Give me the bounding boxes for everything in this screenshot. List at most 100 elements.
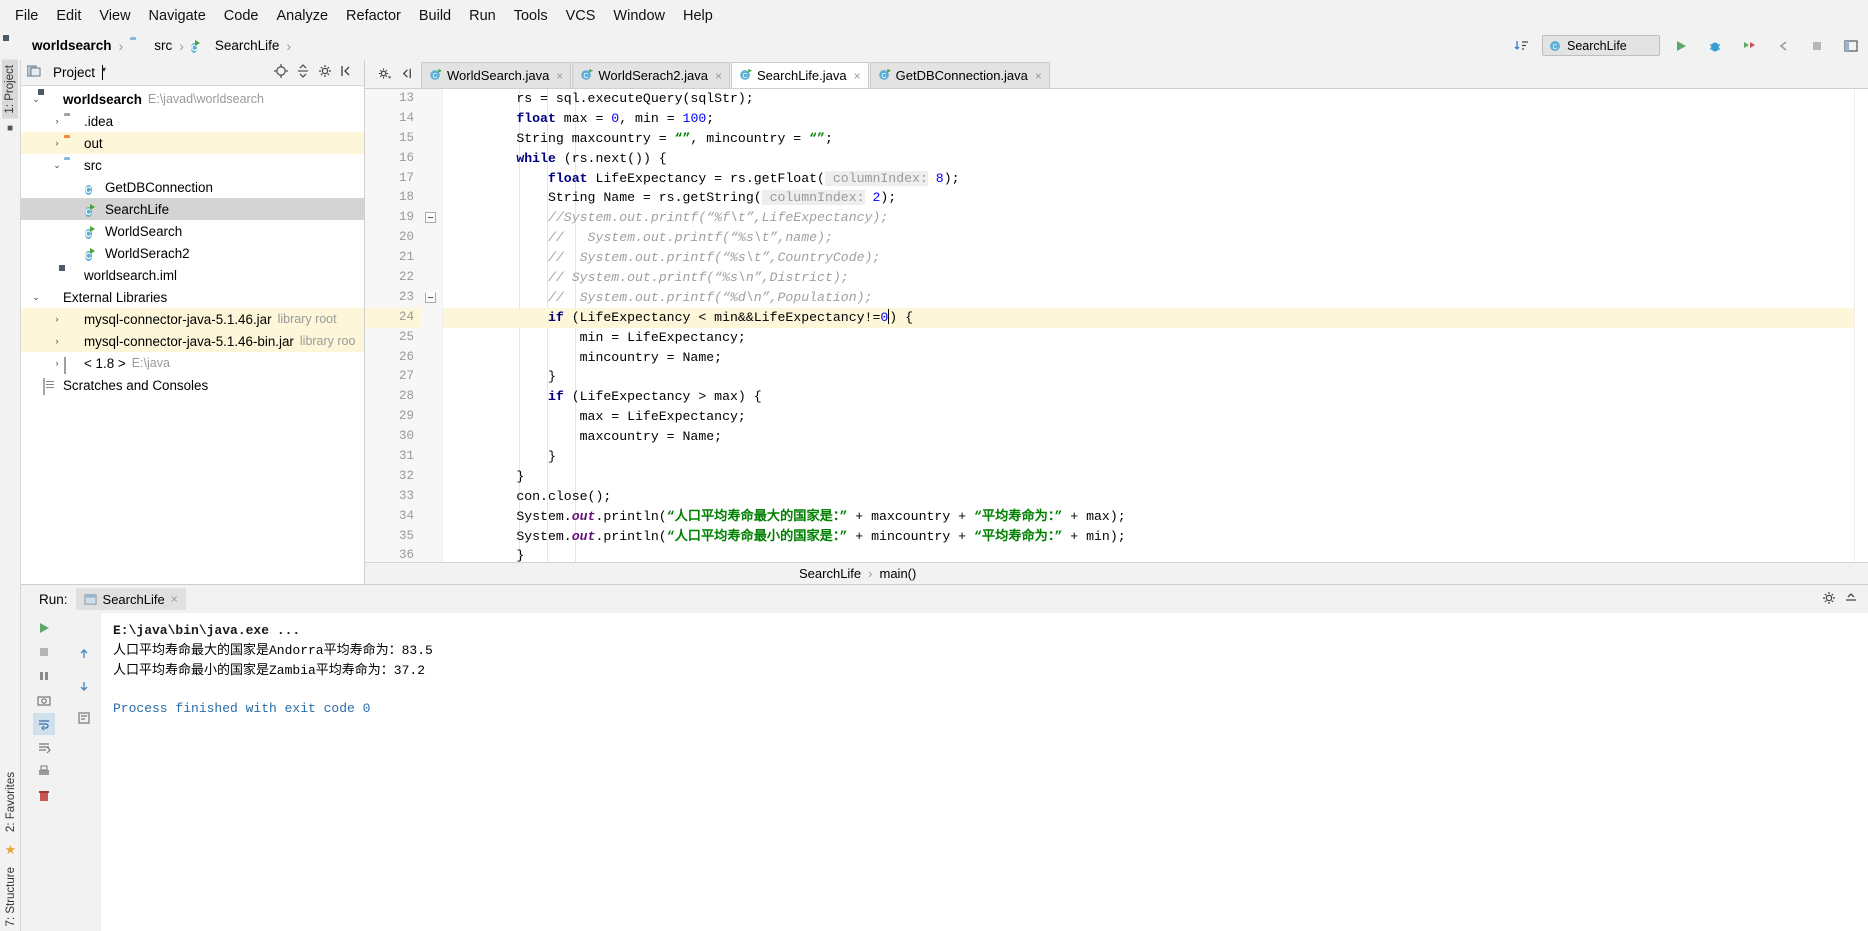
- gear-icon[interactable]: [314, 64, 336, 81]
- menu-item-build[interactable]: Build: [410, 5, 460, 27]
- code-line[interactable]: min = LifeExpectancy;: [443, 328, 1854, 348]
- code-line[interactable]: }: [443, 447, 1854, 467]
- trace-icon[interactable]: [73, 707, 95, 729]
- code-line[interactable]: // System.out.printf(“%s\t”,CountryCode)…: [443, 248, 1854, 268]
- breadcrumb-file[interactable]: C SearchLife: [189, 38, 282, 53]
- code-line[interactable]: maxcountry = Name;: [443, 427, 1854, 447]
- close-icon[interactable]: ×: [171, 592, 178, 606]
- sidebar-item-project[interactable]: 1: Project: [2, 60, 18, 119]
- hide-icon[interactable]: [336, 64, 358, 81]
- sort-icon[interactable]: [1508, 35, 1534, 57]
- chevron-down-icon[interactable]: ⌄: [50, 160, 64, 171]
- fold-marker-icon[interactable]: [425, 212, 436, 224]
- close-icon[interactable]: ×: [854, 69, 861, 83]
- run-icon[interactable]: [1668, 35, 1694, 57]
- code-line[interactable]: }: [443, 367, 1854, 387]
- code-line[interactable]: mincountry = Name;: [443, 348, 1854, 368]
- stop-icon[interactable]: [33, 641, 55, 663]
- menu-item-navigate[interactable]: Navigate: [140, 5, 215, 27]
- collapse-left-icon[interactable]: [395, 67, 417, 83]
- chevron-down-icon[interactable]: ⌄: [29, 94, 43, 105]
- code-line[interactable]: // System.out.printf(“%s\n”,District);: [443, 268, 1854, 288]
- tree-row[interactable]: › out: [21, 132, 364, 154]
- menu-item-view[interactable]: View: [90, 5, 139, 27]
- scroll-end-icon[interactable]: [33, 737, 55, 759]
- menu-item-help[interactable]: Help: [674, 5, 722, 27]
- code-text-area[interactable]: rs = sql.executeQuery(sqlStr); float max…: [443, 89, 1854, 562]
- project-tree[interactable]: ⌄ worldsearch E:\javad\worldsearch › .idea › o…: [21, 86, 364, 584]
- debug-icon[interactable]: [1702, 35, 1728, 57]
- close-icon[interactable]: ×: [715, 69, 722, 83]
- rerun-icon[interactable]: [33, 617, 55, 639]
- code-line[interactable]: String maxcountry = “”, mincountry = “”;: [443, 129, 1854, 149]
- chevron-right-icon[interactable]: ›: [50, 138, 64, 148]
- chevron-right-icon[interactable]: ›: [50, 116, 64, 126]
- trash-icon[interactable]: [33, 785, 55, 807]
- tree-row[interactable]: › .idea: [21, 110, 364, 132]
- tree-row[interactable]: C WorldSerach2: [21, 242, 364, 264]
- editor-tab[interactable]: C WorldSearch.java ×: [421, 62, 572, 88]
- code-line[interactable]: System.out.println(“人口平均寿命最大的国家是：” + max…: [443, 507, 1854, 527]
- menu-item-analyze[interactable]: Analyze: [267, 5, 337, 27]
- tree-row[interactable]: ⌄ External Libraries: [21, 286, 364, 308]
- gear-icon[interactable]: [1818, 591, 1840, 608]
- chevron-down-icon[interactable]: ⌄: [29, 292, 43, 303]
- code-line[interactable]: float max = 0, min = 100;: [443, 109, 1854, 129]
- collapse-all-icon[interactable]: [292, 64, 314, 81]
- back-icon[interactable]: [1770, 35, 1796, 57]
- code-line[interactable]: while (rs.next()) {: [443, 149, 1854, 169]
- code-line[interactable]: String Name = rs.getString( columnIndex:…: [443, 188, 1854, 208]
- chevron-right-icon[interactable]: ›: [50, 358, 64, 368]
- menu-item-edit[interactable]: Edit: [47, 5, 90, 27]
- code-line[interactable]: float LifeExpectancy = rs.getFloat( colu…: [443, 169, 1854, 189]
- code-line[interactable]: if (LifeExpectancy > max) {: [443, 387, 1854, 407]
- tree-row[interactable]: worldsearch.iml: [21, 264, 364, 286]
- code-line[interactable]: if (LifeExpectancy < min&&LifeExpectancy…: [443, 307, 1854, 328]
- menu-item-vcs[interactable]: VCS: [557, 5, 605, 27]
- code-line[interactable]: con.close();: [443, 487, 1854, 507]
- code-editor[interactable]: 13 14 15 16 17 18 19 20 21 22 23 24 25 26 27 28 29 30 31 32…: [365, 88, 1868, 562]
- pause-icon[interactable]: [33, 665, 55, 687]
- breadcrumb-class[interactable]: SearchLife: [799, 566, 861, 581]
- run-tab-searchlife[interactable]: SearchLife ×: [75, 588, 186, 610]
- menu-item-file[interactable]: File: [6, 5, 47, 27]
- tree-row[interactable]: C GetDBConnection: [21, 176, 364, 198]
- tree-row[interactable]: Scratches and Consoles: [21, 374, 364, 396]
- target-icon[interactable]: [270, 64, 292, 81]
- step-up-icon[interactable]: [73, 643, 95, 665]
- tree-row[interactable]: C SearchLife: [21, 198, 364, 220]
- coverage-icon[interactable]: [1736, 35, 1762, 57]
- breadcrumb-method[interactable]: main(): [880, 566, 917, 581]
- structure-square-icon[interactable]: ■: [7, 123, 13, 134]
- sidebar-item-structure[interactable]: 7: Structure: [3, 862, 19, 931]
- close-icon[interactable]: ×: [556, 69, 563, 83]
- code-line[interactable]: rs = sql.executeQuery(sqlStr);: [443, 89, 1854, 109]
- code-line[interactable]: // System.out.printf(“%s\t”,name);: [443, 228, 1854, 248]
- close-icon[interactable]: ×: [1035, 69, 1042, 83]
- fold-gutter[interactable]: [421, 89, 443, 562]
- fold-marker-icon[interactable]: [425, 292, 436, 303]
- menu-item-window[interactable]: Window: [604, 5, 674, 27]
- sidebar-item-favorites[interactable]: 2: Favorites: [3, 767, 19, 837]
- menu-item-tools[interactable]: Tools: [505, 5, 557, 27]
- code-line[interactable]: System.out.println(“人口平均寿命最小的国家是：” + min…: [443, 527, 1854, 547]
- stop-icon[interactable]: [1804, 35, 1830, 57]
- tree-row[interactable]: ⌄ worldsearch E:\javad\worldsearch: [21, 88, 364, 110]
- step-down-icon[interactable]: [73, 675, 95, 697]
- code-line[interactable]: //System.out.printf(“%f\t”,LifeExpectanc…: [443, 208, 1854, 228]
- tree-row[interactable]: ⌄ src: [21, 154, 364, 176]
- soft-wrap-icon[interactable]: [33, 713, 55, 735]
- code-line[interactable]: }: [443, 546, 1854, 562]
- code-line[interactable]: }: [443, 467, 1854, 487]
- menu-item-code[interactable]: Code: [215, 5, 268, 27]
- code-line[interactable]: max = LifeExpectancy;: [443, 407, 1854, 427]
- error-stripe-gutter[interactable]: [1854, 89, 1868, 562]
- editor-tab[interactable]: C GetDBConnection.java ×: [869, 62, 1050, 88]
- breadcrumb-folder[interactable]: src: [128, 38, 174, 53]
- gear-icon[interactable]: [373, 67, 395, 83]
- editor-tab[interactable]: C WorldSerach2.java ×: [572, 62, 730, 88]
- tree-row[interactable]: C WorldSearch: [21, 220, 364, 242]
- print-icon[interactable]: [33, 761, 55, 783]
- tree-row[interactable]: › < 1.8 > E:\java: [21, 352, 364, 374]
- editor-tab[interactable]: C SearchLife.java ×: [731, 62, 869, 88]
